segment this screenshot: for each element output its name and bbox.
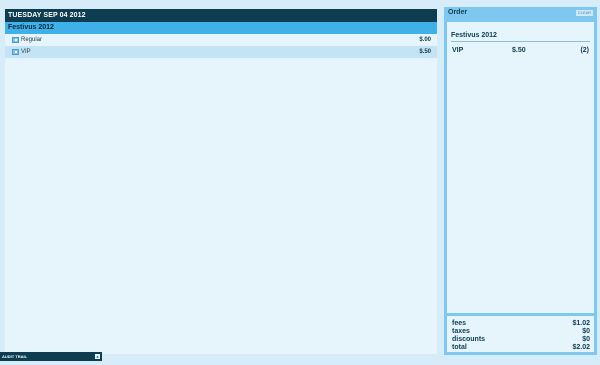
ticket-row-vip[interactable]: VIP $.50 bbox=[5, 46, 437, 58]
totals-label: taxes bbox=[452, 328, 470, 335]
ticket-price: $.00 bbox=[419, 37, 431, 43]
totals-label: total bbox=[452, 344, 467, 351]
order-line-price: $.50 bbox=[512, 47, 526, 54]
order-line-name: VIP bbox=[452, 47, 464, 54]
totals-value: $2.02 bbox=[572, 344, 590, 351]
schedule-panel: TUESDAY SEP 04 2012 Festivus 2012 Regula… bbox=[5, 9, 437, 354]
totals-row-total: total $2.02 bbox=[451, 344, 590, 352]
order-body: Festivus 2012 VIP $.50 (2) bbox=[447, 22, 594, 313]
ticket-price: $.50 bbox=[419, 49, 431, 55]
totals-label: fees bbox=[452, 320, 467, 327]
totals-value: $0 bbox=[582, 328, 590, 335]
order-line-qty: (2) bbox=[580, 47, 589, 54]
ticket-row-regular[interactable]: Regular $.00 bbox=[5, 34, 437, 46]
order-line-item[interactable]: VIP $.50 (2) bbox=[452, 47, 589, 57]
audit-trail-bar[interactable]: AUDIT TRAIL x bbox=[0, 352, 102, 361]
totals-row-fees: fees $1.02 bbox=[451, 320, 590, 328]
order-event-title: Festivus 2012 bbox=[451, 31, 590, 42]
date-header: TUESDAY SEP 04 2012 bbox=[5, 9, 437, 22]
ticket-label: Regular bbox=[21, 37, 43, 43]
totals-row-taxes: taxes $0 bbox=[451, 328, 590, 336]
ticket-icon bbox=[12, 37, 19, 43]
clear-button[interactable]: CLEAR bbox=[576, 10, 593, 16]
totals-value: $1.02 bbox=[572, 320, 590, 327]
order-totals: fees $1.02 taxes $0 discounts $0 total $… bbox=[447, 316, 594, 352]
ticket-icon bbox=[12, 49, 19, 55]
audit-trail-label: AUDIT TRAIL bbox=[2, 354, 28, 359]
totals-label: discounts bbox=[452, 336, 486, 343]
ticket-label: VIP bbox=[21, 49, 31, 55]
totals-value: $0 bbox=[582, 336, 590, 343]
audit-trail-toggle[interactable]: x bbox=[95, 354, 100, 359]
event-header[interactable]: Festivus 2012 bbox=[5, 22, 437, 34]
order-panel: Order CLEAR Festivus 2012 VIP $.50 (2) f… bbox=[444, 7, 597, 355]
totals-row-discounts: discounts $0 bbox=[451, 336, 590, 344]
order-title: Order bbox=[448, 9, 468, 16]
